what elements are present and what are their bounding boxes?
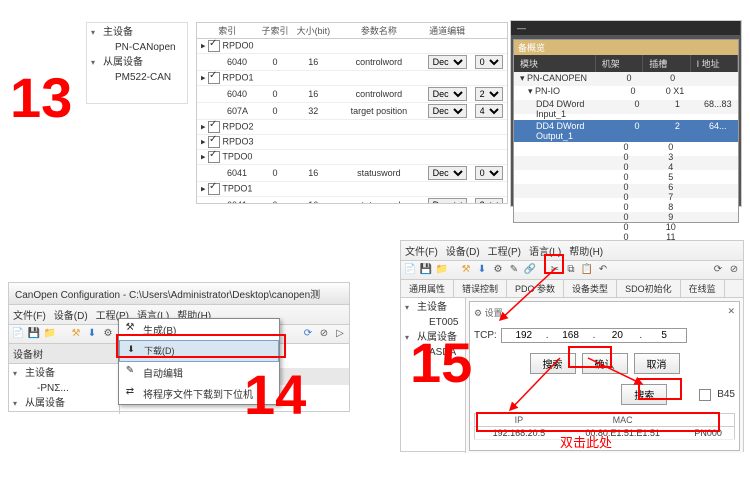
tree-main-14[interactable]: 主设备 (11, 366, 117, 382)
folder-icon[interactable]: 📁 (43, 327, 57, 341)
folder-icon-15[interactable]: 📁 (435, 263, 449, 277)
cancel-button[interactable]: 取消 (634, 353, 680, 374)
pdo-row[interactable]: 6041016statuswordDec2Byte (197, 197, 508, 205)
search-button-2[interactable]: 搜索 (621, 384, 667, 405)
hint-text: 双击此处 (560, 432, 612, 451)
menu-item[interactable]: 文件(F) (405, 247, 438, 258)
gear-icon-15[interactable]: ⚙ (491, 263, 505, 277)
menu-build[interactable]: ⚒生成(B) (119, 319, 279, 340)
undo-icon[interactable]: ↶ (596, 263, 610, 277)
window-title: CanOpen Configuration - C:\Users\Adminis… (9, 283, 349, 305)
new-icon-15[interactable]: 📄 (403, 263, 417, 277)
tab[interactable]: PDO 参数 (507, 280, 564, 297)
ip-input[interactable]: ... (501, 328, 687, 343)
gear-icon[interactable]: ⚙ (101, 327, 115, 341)
build-icon[interactable]: ⚒ (69, 327, 83, 341)
tab[interactable]: SDO初始化 (617, 280, 681, 297)
tab[interactable]: 通用属性 (401, 280, 454, 297)
tree-main-15[interactable]: 主设备 (403, 300, 463, 316)
paste-icon[interactable]: 📋 (580, 263, 594, 277)
pdo-row[interactable]: 6041016statuswordDec0Byte (197, 165, 508, 182)
pdo-row[interactable]: ▸ RPDO0 (197, 39, 508, 54)
tree-slave-14[interactable]: 从属设备 (11, 396, 117, 412)
tree-main[interactable]: 主设备 (89, 25, 185, 41)
copy-icon[interactable]: ⧉ (564, 263, 578, 277)
pdo-row[interactable]: 6040016controlwordDec2Byte (197, 86, 508, 103)
badge-14: 14 (244, 362, 306, 427)
badge-15: 15 (410, 330, 472, 395)
pdo-row[interactable]: ▸ TPDO0 (197, 150, 508, 165)
sidebar-label: 设备树 (9, 344, 119, 364)
connect-icon[interactable]: 🔗 (523, 263, 537, 277)
pdo-row[interactable]: ▸ TPDO1 (197, 182, 508, 197)
pdo-row[interactable]: ▸ RPDO3 (197, 135, 508, 150)
tree-main-child-15[interactable]: ET005 (403, 316, 463, 330)
download-icon[interactable]: ⬇ (85, 327, 99, 341)
chk-b45-label: B45 (717, 389, 735, 400)
pdo-row[interactable]: 607A032target positionDec4Byte (197, 103, 508, 120)
new-icon[interactable]: 📄 (11, 327, 25, 341)
cut-icon[interactable]: ✂ (548, 263, 562, 277)
save-icon-15[interactable]: 💾 (419, 263, 433, 277)
menu-item[interactable]: 语言(L) (529, 247, 561, 258)
play-icon[interactable]: ▷ (333, 327, 347, 341)
menu-item[interactable]: 帮助(H) (569, 247, 603, 258)
download-icon-15[interactable]: ⬇ (475, 263, 489, 277)
pdo-row[interactable]: ▸ RPDO1 (197, 71, 508, 86)
menu-item[interactable]: 文件(F) (13, 311, 46, 322)
dialog-title: 设置 (485, 308, 503, 318)
save-icon[interactable]: 💾 (27, 327, 41, 341)
ok-button[interactable]: 确认 (582, 353, 628, 374)
pencil-icon-15[interactable]: ✎ (507, 263, 521, 277)
ip-label: TCP: (474, 330, 497, 341)
tab-overview[interactable]: 备概览 (514, 40, 738, 55)
build-icon-15[interactable]: ⚒ (459, 263, 473, 277)
menu-item[interactable]: 工程(P) (488, 247, 521, 258)
pdo-row[interactable]: 6040016controlwordDec0Byte (197, 54, 508, 71)
chk-b45[interactable] (699, 389, 711, 401)
refresh-icon-15[interactable]: ⟳ (711, 263, 725, 277)
pdo-row[interactable]: ▸ RPDO2 (197, 120, 508, 135)
tree-slave-child[interactable]: PM522-CAN (89, 71, 185, 85)
tree-main-child-14[interactable]: -PNΣ... (11, 382, 117, 396)
pdo-table: 索引子索引大小(bit)参数名称通道编辑 ▸ RPDO06040016contr… (197, 23, 508, 204)
tab[interactable]: 错误控制 (454, 280, 507, 297)
refresh-icon[interactable]: ⟳ (301, 327, 315, 341)
tab[interactable]: 在线监 (681, 280, 725, 297)
tree-main-child[interactable]: PN-CANopen (89, 41, 185, 55)
stop-icon[interactable]: ⊘ (317, 327, 331, 341)
tree-slave[interactable]: 从属设备 (89, 55, 185, 71)
badge-13: 13 (10, 65, 72, 130)
menu-item[interactable]: 设备(D) (54, 311, 88, 322)
tab[interactable]: 设备类型 (564, 280, 617, 297)
search-button[interactable]: 搜索 (530, 353, 576, 374)
menu-download[interactable]: ⬇下载(D) (119, 340, 279, 362)
menu-item[interactable]: 设备(D) (446, 247, 480, 258)
stop-icon-15[interactable]: ⊘ (727, 263, 741, 277)
